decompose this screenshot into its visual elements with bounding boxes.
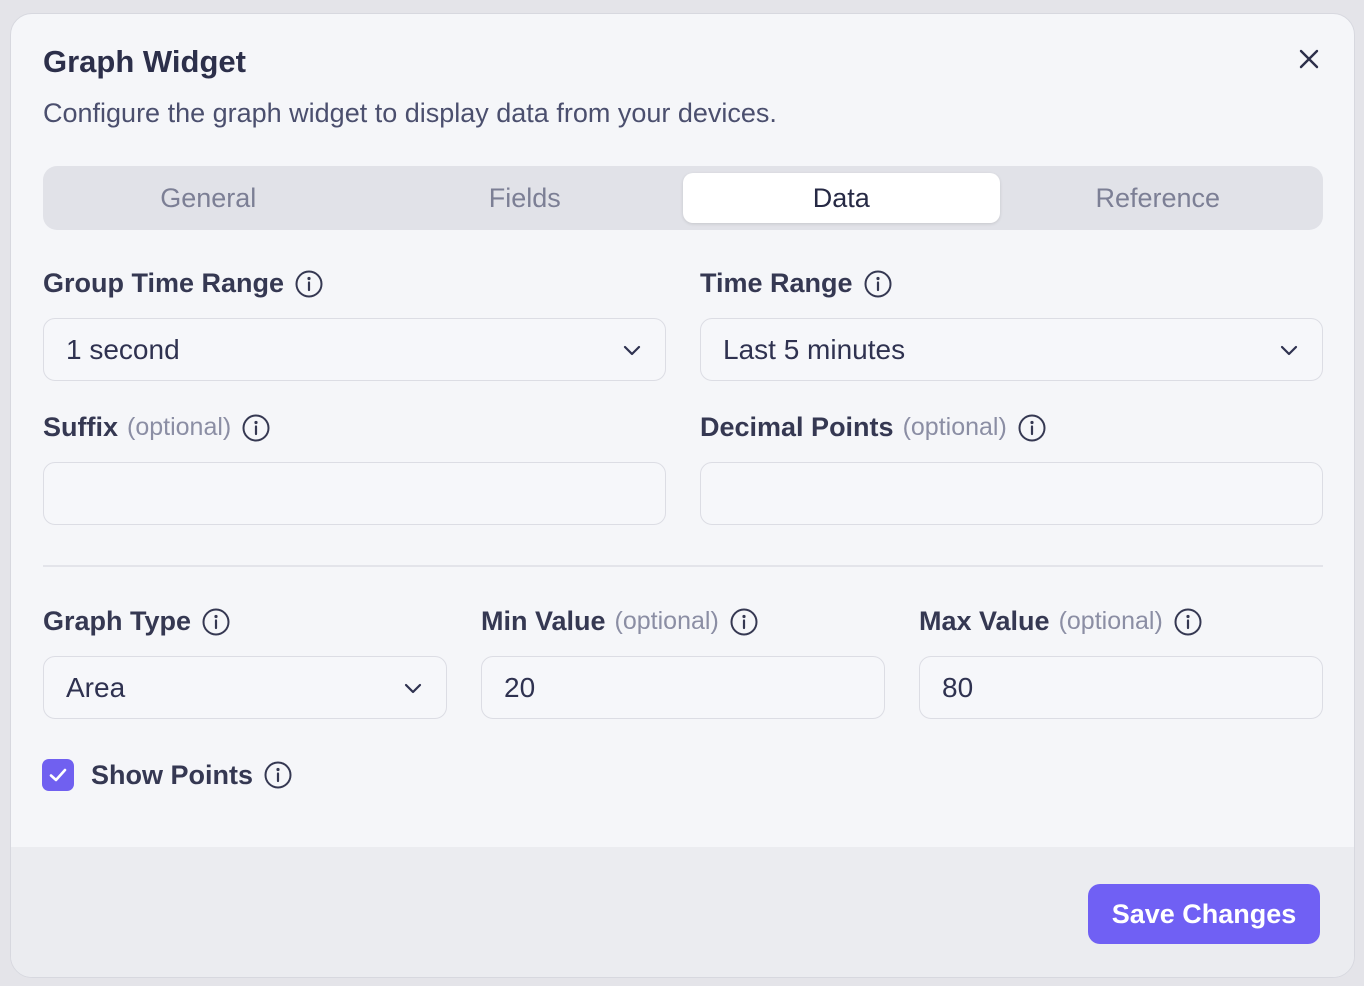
max-value-input[interactable]: 80: [919, 656, 1323, 719]
graph-type-label: Graph Type: [43, 606, 231, 637]
suffix-label: Suffix (optional): [43, 412, 271, 443]
min-value-label-text: Min Value: [481, 606, 606, 636]
decimal-points-input[interactable]: [700, 462, 1323, 525]
dialog-subtitle: Configure the graph widget to display da…: [43, 98, 777, 128]
show-points-row: Show Points: [42, 759, 293, 791]
time-range-label-text: Time Range: [700, 268, 853, 298]
group-time-range-select[interactable]: 1 second: [43, 318, 666, 381]
decimal-points-label-text: Decimal Points: [700, 412, 894, 442]
decimal-points-label: Decimal Points (optional): [700, 412, 1047, 443]
chevron-down-icon: [623, 345, 641, 355]
show-points-checkbox[interactable]: [42, 759, 74, 791]
optional-tag: (optional): [127, 413, 232, 441]
group-time-range-value: 1 second: [66, 333, 180, 365]
time-range-value: Last 5 minutes: [723, 333, 906, 365]
info-icon[interactable]: [1173, 607, 1203, 637]
tab-reference[interactable]: Reference: [1000, 173, 1317, 223]
tab-data[interactable]: Data: [683, 173, 1000, 223]
tab-fields[interactable]: Fields: [367, 173, 684, 223]
optional-tag: (optional): [902, 413, 1007, 441]
show-points-label: Show Points: [91, 759, 253, 790]
info-icon[interactable]: [241, 413, 271, 443]
info-icon[interactable]: [729, 607, 759, 637]
dialog-title: Graph Widget: [43, 44, 246, 79]
chevron-down-icon: [1280, 345, 1298, 355]
info-icon[interactable]: [1017, 413, 1047, 443]
group-time-range-label: Group Time Range: [43, 268, 324, 299]
chevron-down-icon: [404, 683, 422, 693]
dialog-footer: Save Changes: [11, 847, 1354, 977]
max-value-label-text: Max Value: [919, 606, 1050, 636]
close-icon: [1299, 49, 1319, 69]
min-value-value: 20: [504, 671, 536, 703]
info-icon[interactable]: [201, 607, 231, 637]
graph-type-value: Area: [66, 671, 126, 703]
tab-bar: General Fields Data Reference: [43, 166, 1323, 230]
info-icon[interactable]: [263, 760, 293, 790]
graph-type-label-text: Graph Type: [43, 606, 192, 636]
max-value-label: Max Value (optional): [919, 606, 1203, 637]
optional-tag: (optional): [1058, 607, 1163, 635]
min-value-input[interactable]: 20: [481, 656, 885, 719]
time-range-select[interactable]: Last 5 minutes: [700, 318, 1323, 381]
info-icon[interactable]: [863, 269, 893, 299]
max-value-value: 80: [942, 671, 974, 703]
suffix-input[interactable]: [43, 462, 666, 525]
graph-type-select[interactable]: Area: [43, 656, 447, 719]
graph-widget-dialog: Graph Widget Configure the graph widget …: [10, 13, 1355, 978]
close-button[interactable]: [1296, 46, 1322, 72]
tab-general[interactable]: General: [50, 173, 367, 223]
info-icon[interactable]: [294, 269, 324, 299]
section-divider: [43, 565, 1323, 567]
min-value-label: Min Value (optional): [481, 606, 759, 637]
time-range-label: Time Range: [700, 268, 893, 299]
save-changes-button[interactable]: Save Changes: [1088, 884, 1320, 944]
suffix-label-text: Suffix: [43, 412, 119, 442]
group-time-range-label-text: Group Time Range: [43, 268, 285, 298]
optional-tag: (optional): [614, 607, 719, 635]
check-icon: [49, 768, 67, 782]
